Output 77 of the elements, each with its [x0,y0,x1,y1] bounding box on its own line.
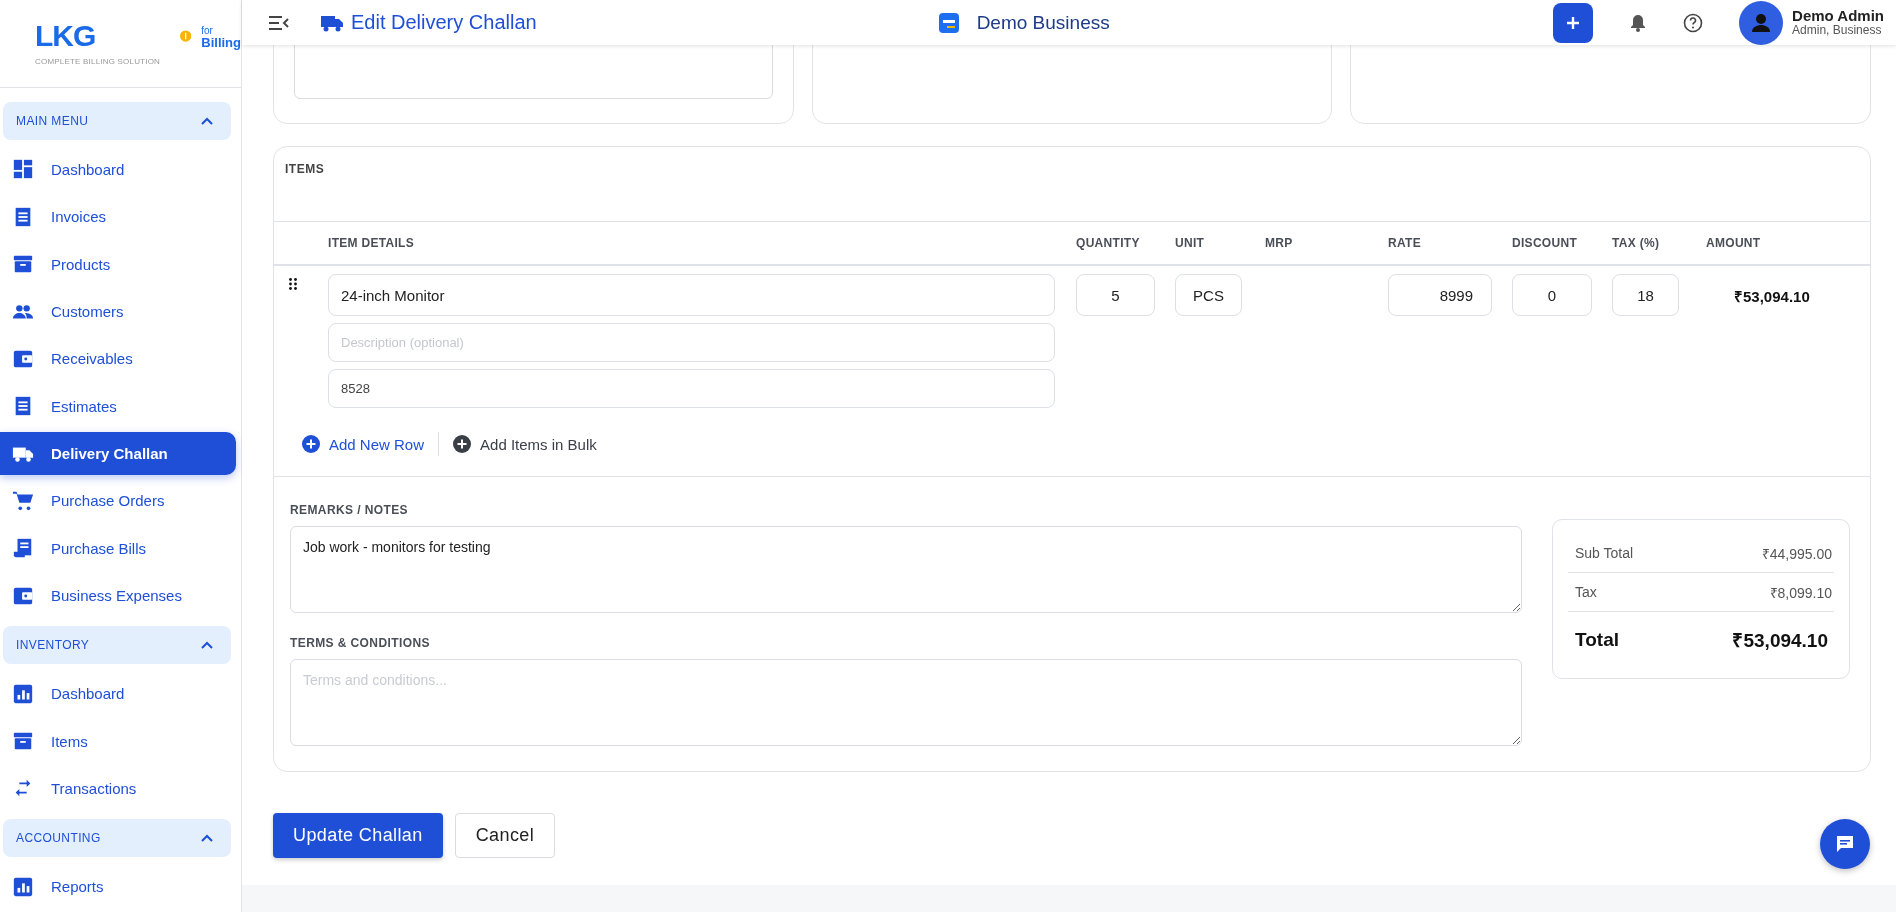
item-name-field[interactable]: 24-inch Monitor [328,274,1055,316]
terms-label: TERMS & CONDITIONS [290,636,431,650]
user-name: Demo Admin [1792,6,1884,25]
description-field[interactable]: Description (optional) [328,323,1055,362]
total-label: Total [1575,629,1619,651]
column-header: UNIT [1175,236,1206,250]
menu-icon[interactable] [268,14,290,31]
remarks-field[interactable]: Job work - monitors for testing [290,526,1522,613]
plus-circle-icon [302,435,320,453]
sidebar-item[interactable]: Customers [0,289,236,334]
menu-section-header[interactable]: ACCOUNTING [3,818,231,857]
sidebar-item[interactable]: Estimates [0,384,236,429]
chevron-icon [201,116,213,125]
sidebar-item[interactable]: Dashboard [0,147,236,192]
column-header: DISCOUNT [1512,236,1579,250]
grid-icon [12,158,34,181]
chart-icon [12,682,34,705]
chat-icon [1835,834,1855,854]
sidebar-item[interactable]: Purchase Bills [0,526,236,571]
business-logo-icon [938,12,959,33]
total-value: ₹53,094.10 [1732,629,1828,653]
cart-icon [12,489,34,512]
sidebar-item[interactable]: Reports [0,864,236,909]
logo-tagline: COMPLETE BILLING SOLUTION [35,56,161,66]
column-header: RATE [1388,236,1422,250]
menu-section-header[interactable]: INVENTORY [3,626,231,664]
drag-handle-icon[interactable] [289,278,297,290]
total-value: ₹44,995.00 [1761,544,1832,563]
sidebar-item[interactable]: Products [0,242,236,287]
business-name: Demo Business [976,11,1110,34]
tax-field[interactable]: 18 [1612,274,1679,316]
avatar-icon[interactable] [1739,0,1784,45]
sidebar-item[interactable]: Purchase Orders [0,478,236,523]
total-label: Tax [1575,584,1597,600]
logo-product-text: Billing [201,35,241,49]
sidebar-item[interactable]: Business Expenses [0,573,236,618]
sidebar-item[interactable]: Transactions [0,766,236,811]
sidebar-item[interactable]: Dashboard [0,671,236,716]
chevron-icon [201,833,213,842]
column-header: QUANTITY [1076,236,1141,250]
hsn-code-field[interactable]: 8528 [328,369,1055,408]
rate-field[interactable]: 8999 [1388,274,1492,316]
sidebar-item[interactable]: Invoices [0,194,236,239]
total-label: Sub Total [1575,545,1634,561]
chat-button[interactable] [1820,819,1870,869]
sidebar-item[interactable]: Items [0,719,236,764]
section-title: ITEMS [274,147,1870,222]
amount-value: ₹53,094.10 [1733,287,1811,306]
user-role: Admin, Business [1792,24,1883,38]
coin-icon [180,30,192,43]
remarks-label: REMARKS / NOTES [290,503,409,517]
plus-icon [1565,14,1582,31]
chevron-icon [201,640,213,649]
sidebar-item[interactable]: Delivery Challan [0,431,236,476]
menu-section-header[interactable]: MAIN MENU [3,101,231,140]
add-row-button[interactable]: Add New Row [302,435,425,453]
column-header: ITEM DETAILS [328,236,416,250]
total-value: ₹8,099.10 [1769,583,1832,602]
add-bulk-button[interactable]: Add Items in Bulk [453,435,597,453]
discount-field[interactable]: 0 [1512,274,1592,316]
column-header: AMOUNT [1706,236,1762,250]
help-icon[interactable] [1683,12,1704,33]
sidebar-item[interactable]: Receivables [0,336,236,381]
plus-circle-icon [453,435,472,453]
chart-icon [12,875,34,898]
column-header: TAX (%) [1612,236,1661,250]
page-title: Edit Delivery Challan [351,11,537,34]
receipt-icon [12,537,34,560]
brand-logo: LKG [35,20,97,51]
cancel-button[interactable]: Cancel [454,813,556,858]
update-button[interactable]: Update Challan [273,813,443,858]
logo-for-text: for [201,25,214,36]
column-header: MRP [1265,236,1294,250]
notification-bell-icon[interactable] [1630,13,1647,32]
quantity-field[interactable]: 5 [1076,274,1155,316]
unit-field[interactable]: PCS [1175,274,1242,316]
add-button[interactable] [1553,2,1594,43]
